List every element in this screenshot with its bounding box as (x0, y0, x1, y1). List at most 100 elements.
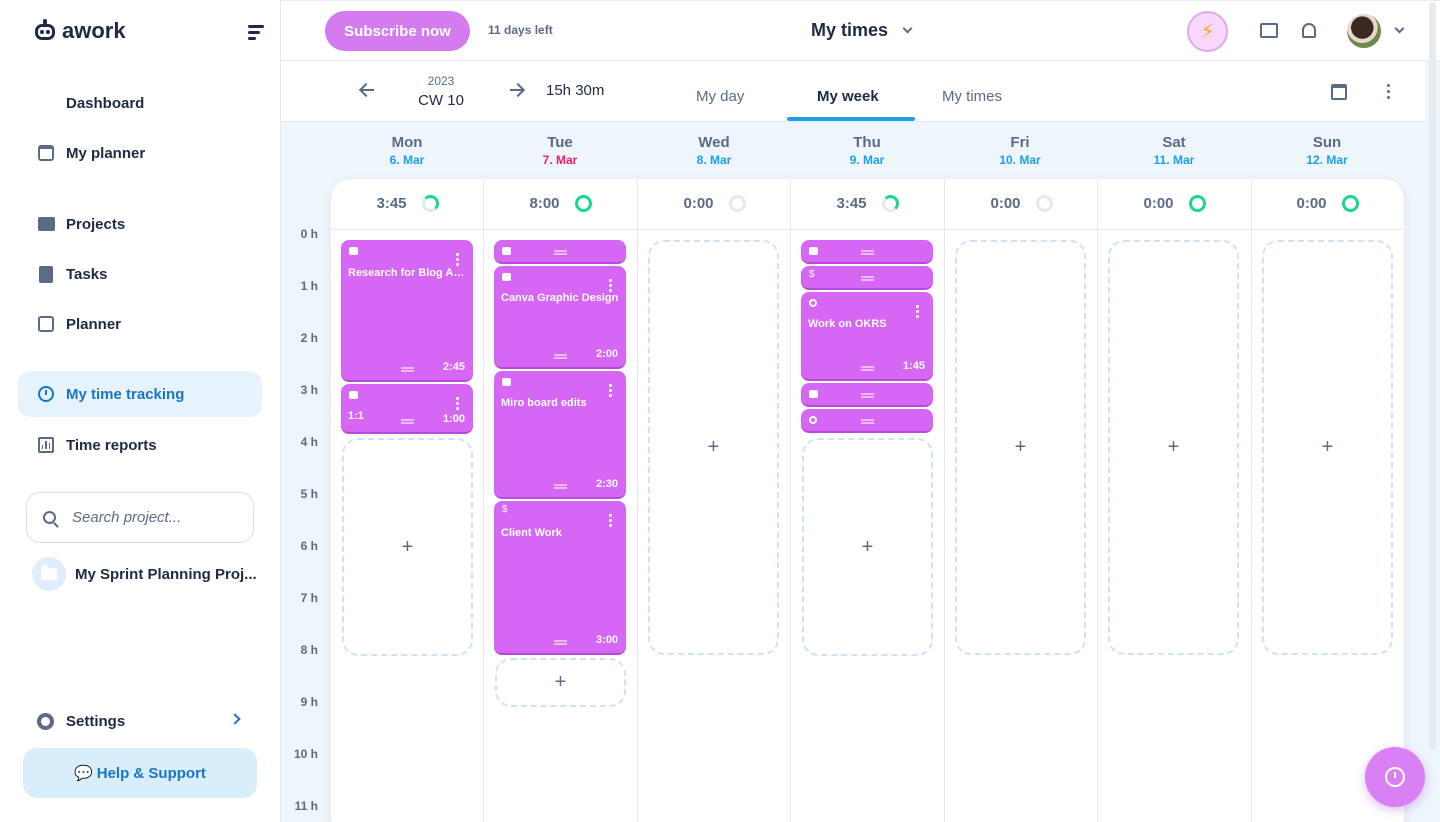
day-date: 6. Mar (389, 153, 425, 167)
drag-handle-icon[interactable] (861, 366, 874, 371)
entry-title: Research for Blog Ar... (348, 267, 466, 279)
time-entry[interactable]: $ (801, 266, 933, 290)
start-timer-button[interactable] (1365, 747, 1425, 807)
week-total-time: 15h 30m (546, 82, 605, 99)
add-time-entry-button[interactable]: + (342, 438, 473, 656)
tab-my-week[interactable]: My week (817, 88, 879, 105)
chevron-right-icon (229, 713, 241, 725)
sidebar-item-label: Tasks (66, 265, 108, 283)
speech-bubble-icon: 💬 (74, 765, 93, 782)
sidebar-item-tasks[interactable]: Tasks (18, 251, 262, 297)
collapse-menu-icon[interactable] (248, 25, 264, 43)
time-entry[interactable]: Research for Blog Ar... 2:45 (341, 240, 473, 382)
sidebar-item-time-reports[interactable]: Time reports (18, 422, 262, 468)
column-divider (1251, 179, 1252, 822)
sidebar-item-dashboard[interactable]: Dashboard (18, 80, 262, 126)
billable-dollar-icon: $ (502, 504, 508, 515)
briefcase-icon (349, 391, 358, 399)
drag-handle-icon[interactable] (554, 484, 567, 489)
help-support-button[interactable]: 💬 Help & Support (23, 748, 257, 798)
settings-item[interactable]: Settings (37, 708, 247, 734)
day-header-tue: Tue 7. Mar (485, 134, 635, 167)
progress-ring-icon (728, 195, 746, 212)
sidebar-item-projects[interactable]: Projects (18, 201, 262, 247)
hour-label: 1 h (300, 279, 318, 293)
tab-my-day[interactable]: My day (696, 88, 744, 105)
sidebar-item-my-planner[interactable]: My planner (18, 130, 262, 176)
drag-handle-icon[interactable] (861, 276, 874, 281)
project-folder-icon (32, 557, 66, 591)
add-time-entry-button[interactable]: + (495, 658, 626, 707)
previous-week-arrow-icon[interactable] (359, 83, 375, 97)
hour-label: 7 h (300, 591, 318, 605)
calendar-icon[interactable] (1331, 84, 1347, 100)
totals-divider (331, 229, 1404, 230)
drag-handle-icon[interactable] (861, 419, 874, 424)
time-entry[interactable]: $ Client Work 3:00 (494, 501, 626, 655)
drag-handle-icon[interactable] (861, 393, 874, 398)
tab-my-times[interactable]: My times (942, 88, 1002, 105)
time-entry[interactable] (801, 240, 933, 264)
next-week-arrow-icon[interactable] (509, 83, 525, 97)
progress-ring-icon (574, 195, 592, 212)
entry-duration: 1:45 (902, 360, 925, 372)
sidebar-item-my-time-tracking[interactable]: My time tracking (18, 371, 262, 417)
sidebar-item-planner[interactable]: Planner (18, 301, 262, 347)
notification-bell-icon[interactable] (1302, 23, 1316, 38)
add-time-entry-button[interactable]: + (648, 240, 779, 655)
user-avatar[interactable] (1347, 14, 1381, 48)
page-title-dropdown[interactable]: My times (811, 20, 913, 41)
add-time-entry-button[interactable]: + (1108, 240, 1239, 655)
day-total-wed: 0:00 (638, 195, 791, 212)
time-entry[interactable] (801, 383, 933, 407)
add-time-entry-button[interactable]: + (802, 438, 933, 656)
bar-chart-icon (37, 436, 55, 454)
hour-label: 3 h (300, 383, 318, 397)
folder-icon (37, 215, 55, 233)
stopwatch-icon (37, 385, 55, 403)
time-entry[interactable] (801, 409, 933, 433)
add-time-entry-button[interactable]: + (955, 240, 1086, 655)
page-title: My times (811, 20, 889, 40)
day-name: Thu (853, 134, 881, 151)
chevron-down-icon (902, 23, 913, 34)
time-entry[interactable]: Canva Graphic Design 2:00 (494, 266, 626, 369)
subscribe-now-button[interactable]: Subscribe now (325, 11, 470, 51)
calendar-icon (37, 144, 55, 162)
day-date: 8. Mar (696, 153, 732, 167)
drag-handle-icon[interactable] (401, 419, 414, 424)
drag-handle-icon[interactable] (401, 367, 414, 372)
drag-handle-icon[interactable] (554, 250, 567, 255)
awork-logo[interactable]: awork (34, 18, 126, 44)
drag-handle-icon[interactable] (554, 640, 567, 645)
project-item[interactable]: My Sprint Planning Proj... (32, 556, 264, 592)
drag-handle-icon[interactable] (861, 250, 874, 255)
day-total-sat: 0:00 (1098, 195, 1251, 212)
hour-label: 4 h (300, 435, 318, 449)
drag-handle-icon[interactable] (554, 354, 567, 359)
time-entry[interactable] (494, 240, 626, 264)
lightning-bolt-icon: ⚡ (1200, 21, 1215, 43)
entry-title: Client Work (501, 527, 562, 539)
day-total-value: 0:00 (1143, 195, 1174, 212)
add-time-entry-button[interactable]: + (1262, 240, 1393, 655)
time-entry[interactable]: 1:1 1:00 (341, 384, 473, 434)
briefcase-icon (502, 273, 511, 281)
logo-text: awork (62, 18, 126, 43)
sidebar-item-label: My planner (66, 144, 146, 162)
entry-title: Work on OKRS (808, 318, 887, 330)
day-total-tue: 8:00 (484, 195, 637, 212)
search-project-field[interactable] (26, 492, 254, 543)
entry-title: Canva Graphic Design (501, 292, 619, 304)
time-entry[interactable]: Work on OKRS 1:45 (801, 292, 933, 381)
entry-menu-icon[interactable] (456, 253, 459, 268)
time-entry[interactable]: Miro board edits 2:30 (494, 371, 626, 499)
more-options-icon[interactable] (1387, 84, 1391, 102)
chevron-down-icon[interactable] (1394, 23, 1405, 34)
search-project-input[interactable] (72, 509, 242, 526)
scrollbar[interactable] (1429, 2, 1436, 750)
entry-title: Miro board edits (501, 397, 587, 409)
entry-duration: 3:00 (595, 634, 618, 646)
upgrade-bolt-button[interactable]: ⚡ (1187, 11, 1228, 52)
chat-icon[interactable] (1260, 23, 1278, 38)
